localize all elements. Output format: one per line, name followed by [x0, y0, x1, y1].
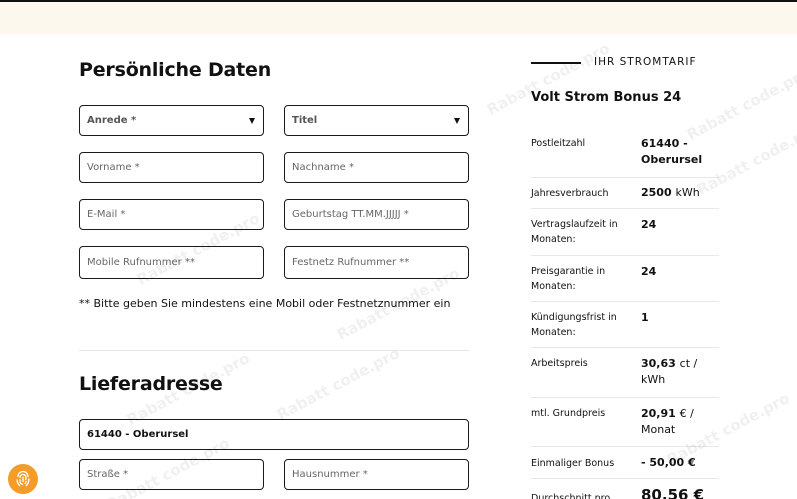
festnetz-input[interactable]: Festnetz Rufnummer ** [284, 246, 469, 279]
email-placeholder: E-Mail * [87, 209, 126, 220]
tariff-row: Vertragslaufzeit in Monaten: 24 [531, 209, 719, 256]
tariff-row-key: Arbeitspreis [531, 358, 588, 369]
titel-label: Titel [292, 115, 318, 126]
tariff-row: Preisgarantie in Monaten: 24 [531, 256, 719, 302]
tariff-row: Arbeitspreis 30,63 ct / kWh [531, 348, 719, 398]
email-input[interactable]: E-Mail * [79, 199, 264, 230]
tariff-row-key: Vertragslaufzeit in Monaten: [531, 219, 618, 245]
tariff-row-key: mtl. Grundpreis [531, 408, 606, 419]
tariff-name: Volt Strom Bonus 24 [531, 90, 682, 105]
tariff-row-value: 80,56 € [641, 486, 705, 499]
plz-city-input[interactable]: 61440 - Oberursel [79, 419, 469, 450]
vorname-input[interactable]: Vorname * [79, 152, 264, 183]
section-title-delivery: Lieferadresse [79, 373, 223, 395]
caret-down-icon [249, 117, 255, 124]
titel-select[interactable]: Titel [284, 105, 469, 136]
divider [79, 350, 469, 351]
strasse-placeholder: Straße * [87, 469, 129, 480]
watermark: Rabatt code.pro [483, 39, 613, 119]
plz-city-value: 61440 - Oberursel [87, 429, 189, 440]
hausnummer-input[interactable]: Hausnummer * [284, 459, 469, 490]
caret-down-icon [454, 117, 460, 124]
tariff-row: Postleitzahl 61440 - Oberursel [531, 136, 719, 178]
tariff-row-value: - 50,00 € [641, 456, 696, 469]
tariff-row: Jahresverbrauch 2500 kWh [531, 178, 719, 209]
geburtstag-input[interactable]: Geburtstag TT.MM.JJJJJ * [284, 199, 469, 230]
tariff-row-key: Kündigungsfrist in Monaten: [531, 312, 617, 338]
anrede-label: Anrede * [87, 115, 137, 126]
tariff-row-key: Durchschnitt pro [531, 493, 611, 499]
phone-hint: ** Bitte geben Sie mindestens eine Mobil… [79, 297, 451, 310]
tariff-row: Einmaliger Bonus - 50,00 € [531, 447, 719, 479]
top-bar [0, 0, 797, 34]
hausnummer-placeholder: Hausnummer * [292, 469, 368, 480]
tariff-row-key: Preisgarantie in Monaten: [531, 266, 606, 292]
section-title-personal: Persönliche Daten [79, 59, 272, 81]
tariff-row-value: 24 [641, 218, 657, 231]
geburtstag-placeholder: Geburtstag TT.MM.JJJJJ * [292, 209, 409, 220]
tariff-row-value: 30,63 ct / kWh [641, 357, 698, 386]
watermark: Rabatt code.pro [683, 64, 797, 144]
strasse-input[interactable]: Straße * [79, 459, 264, 490]
fingerprint-icon [16, 470, 30, 487]
tariff-row-value: 2500 kWh [641, 186, 700, 199]
tariff-row-key: Einmaliger Bonus [531, 458, 615, 469]
tariff-row-value: 1 [641, 311, 649, 324]
mobile-input[interactable]: Mobile Rufnummer ** [79, 246, 264, 279]
watermark: Rabatt code.pro [273, 344, 403, 424]
vorname-placeholder: Vorname * [87, 162, 140, 173]
tariff-row: mtl. Grundpreis 20,91 € / Monat [531, 398, 719, 447]
mobile-placeholder: Mobile Rufnummer ** [87, 257, 195, 268]
sidebar-rule [531, 62, 581, 64]
tariff-row-value: 24 [641, 265, 657, 278]
nachname-placeholder: Nachname * [292, 162, 354, 173]
tariff-row-key: Postleitzahl [531, 138, 586, 149]
tariff-row: Kündigungsfrist in Monaten: 1 [531, 302, 719, 348]
tariff-row-value: 61440 - Oberursel [641, 137, 703, 166]
tariff-row: Durchschnitt pro 80,56 € [531, 479, 719, 499]
fingerprint-button[interactable] [8, 464, 38, 494]
festnetz-placeholder: Festnetz Rufnummer ** [292, 257, 410, 268]
nachname-input[interactable]: Nachname * [284, 152, 469, 183]
tariff-row-value: 20,91 € / Monat [641, 407, 694, 436]
tariff-row-key: Jahresverbrauch [531, 188, 609, 199]
tariff-label: IHR STROMTARIF [594, 56, 697, 68]
anrede-select[interactable]: Anrede * [79, 105, 264, 136]
